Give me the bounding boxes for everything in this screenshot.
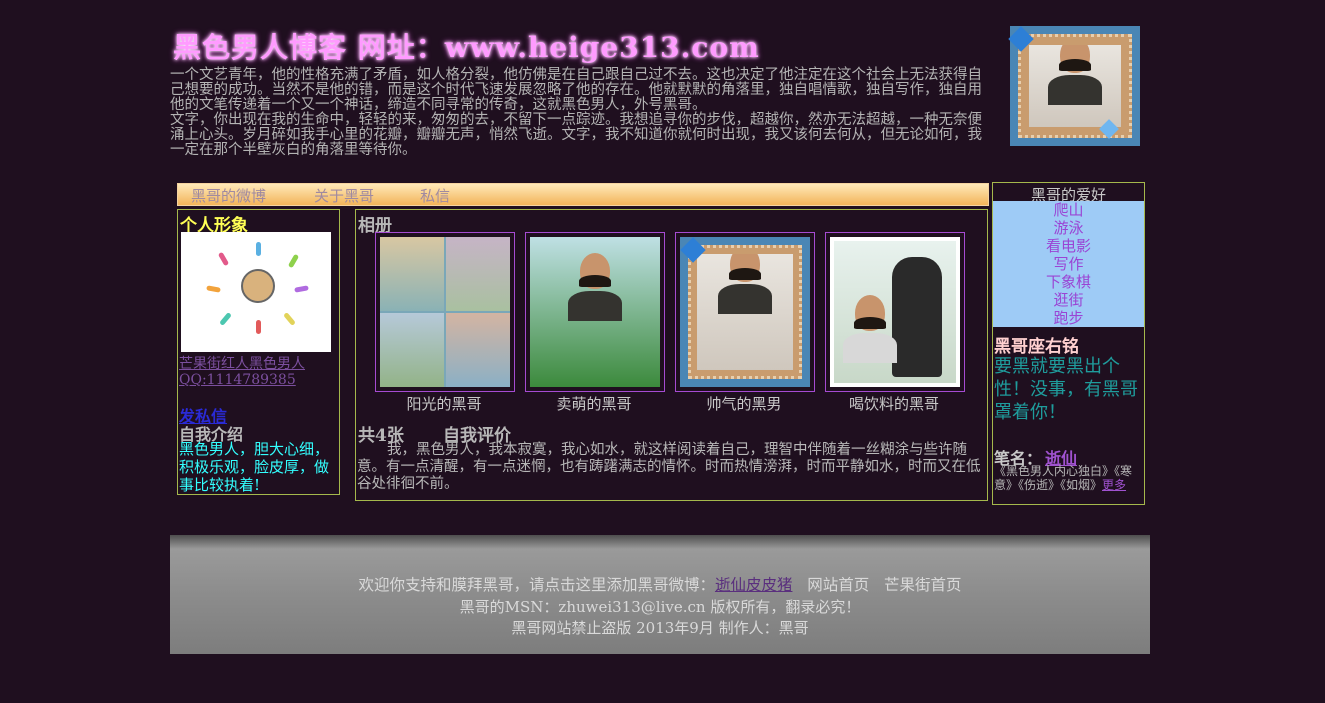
nav-item-about[interactable]: 关于黑哥	[314, 185, 374, 206]
album-photo-4[interactable]	[825, 232, 965, 392]
sidebar-panel: 黑哥的爱好 爬山 游泳 看电影 写作 下象棋 逛街 跑步 黑哥座右铭 要黑就要黑…	[992, 182, 1145, 505]
intro-text: 一个文艺青年，他的性格充满了矛盾，如人格分裂，他仿佛是在自己跟自己过不去。这也决…	[170, 68, 990, 158]
header: 黑色男人博客 网址：www.heige313.com 一个文艺青年，他的性格充满…	[170, 28, 990, 158]
hobby-item: 写作	[1053, 255, 1084, 273]
footer-mango-home-link[interactable]: 芒果街首页	[884, 576, 962, 594]
hobby-item: 看电影	[1045, 237, 1091, 255]
footer-site-home-link[interactable]: 网站首页	[807, 576, 869, 594]
album-photo-1[interactable]	[375, 232, 515, 392]
photo-image	[680, 237, 810, 387]
nav-item-message[interactable]: 私信	[420, 185, 450, 206]
self-evaluation-text: 我，黑色男人，我本寂寞，我心如水，就这样阅读着自己，理智中伴随着一丝糊涂与些许随…	[357, 442, 981, 492]
album-photo-3[interactable]	[675, 232, 815, 392]
footer: 欢迎你支持和膜拜黑哥，请点击这里添加黑哥微博：逝仙皮皮猪 网站首页 芒果街首页 …	[170, 535, 1150, 654]
photo-caption: 喝饮料的黑哥	[848, 395, 939, 413]
header-avatar	[1008, 26, 1140, 146]
motto-title: 黑哥座右铭	[994, 337, 1079, 357]
album-panel: 相册 阳光的黑哥 卖萌的黑哥 帅气的黑男 喝饮料的黑哥 共4张 自我评价 我，黑…	[355, 209, 988, 501]
avatar-photo	[1029, 45, 1121, 127]
footer-weibo-link[interactable]: 逝仙皮皮猪	[715, 576, 793, 594]
photo-caption: 帅气的黑男	[706, 395, 782, 413]
avatar	[241, 269, 275, 303]
hobby-item: 爬山	[1053, 201, 1084, 219]
hobby-item: 逛街	[1053, 291, 1084, 309]
hobby-list: 爬山 游泳 看电影 写作 下象棋 逛街 跑步	[993, 201, 1144, 327]
more-link[interactable]: 更多	[1102, 478, 1126, 492]
photo-caption: 阳光的黑哥	[406, 395, 482, 413]
photo-image	[830, 237, 960, 387]
nav-bar: 黑哥的微博 关于黑哥 私信	[177, 183, 989, 206]
hobby-item: 游泳	[1053, 219, 1084, 237]
footer-line-3: 黑哥网站禁止盗版 2013年9月 制作人：黑哥	[511, 619, 809, 637]
hobby-item: 下象棋	[1045, 273, 1091, 291]
avatar-frame	[1018, 34, 1132, 138]
qq-number[interactable]: QQ:1114789385	[179, 372, 296, 388]
site-title: 黑色男人博客 网址：www.heige313.com	[173, 31, 760, 64]
photo-image	[380, 237, 510, 387]
footer-line-2: 黑哥的MSN：zhuwei313@live.cn 版权所有，翻录必究！	[459, 598, 861, 616]
intro-paragraph-2: 文字，你出现在我的生命中，轻轻的来，匆匆的去，不留下一点踪迹。我想追寻你的步伐，…	[170, 112, 982, 158]
profile-name-link[interactable]: 芒果街红人黑色男人	[179, 353, 305, 373]
profile-image	[181, 232, 331, 352]
person-figure	[1048, 45, 1102, 105]
album-photo-2[interactable]	[525, 232, 665, 392]
self-intro-text: 黑色男人，胆大心细，积极乐观，脸皮厚，做事比较执着!	[179, 440, 330, 494]
footer-line-1: 欢迎你支持和膜拜黑哥，请点击这里添加黑哥微博：逝仙皮皮猪 网站首页 芒果街首页	[170, 573, 1150, 595]
works-list: 《黑色男人内心独白》《寒意》《伤逝》《如烟》更多	[994, 464, 1144, 492]
hobby-item: 跑步	[1053, 309, 1084, 327]
nav-item-weibo[interactable]: 黑哥的微博	[191, 185, 266, 206]
intro-paragraph-1: 一个文艺青年，他的性格充满了矛盾，如人格分裂，他仿佛是在自己跟自己过不去。这也决…	[170, 67, 982, 113]
photo-image	[530, 237, 660, 387]
footer-welcome-text: 欢迎你支持和膜拜黑哥，请点击这里添加黑哥微博：	[358, 576, 715, 594]
motto-text: 要黑就要黑出个性！没事，有黑哥罩着你！	[994, 356, 1138, 423]
profile-panel: 个人形象 芒果街红人黑色男人 QQ:1114789385 发私信 自我介绍 黑色…	[177, 209, 340, 495]
photo-caption: 卖萌的黑哥	[556, 395, 632, 413]
